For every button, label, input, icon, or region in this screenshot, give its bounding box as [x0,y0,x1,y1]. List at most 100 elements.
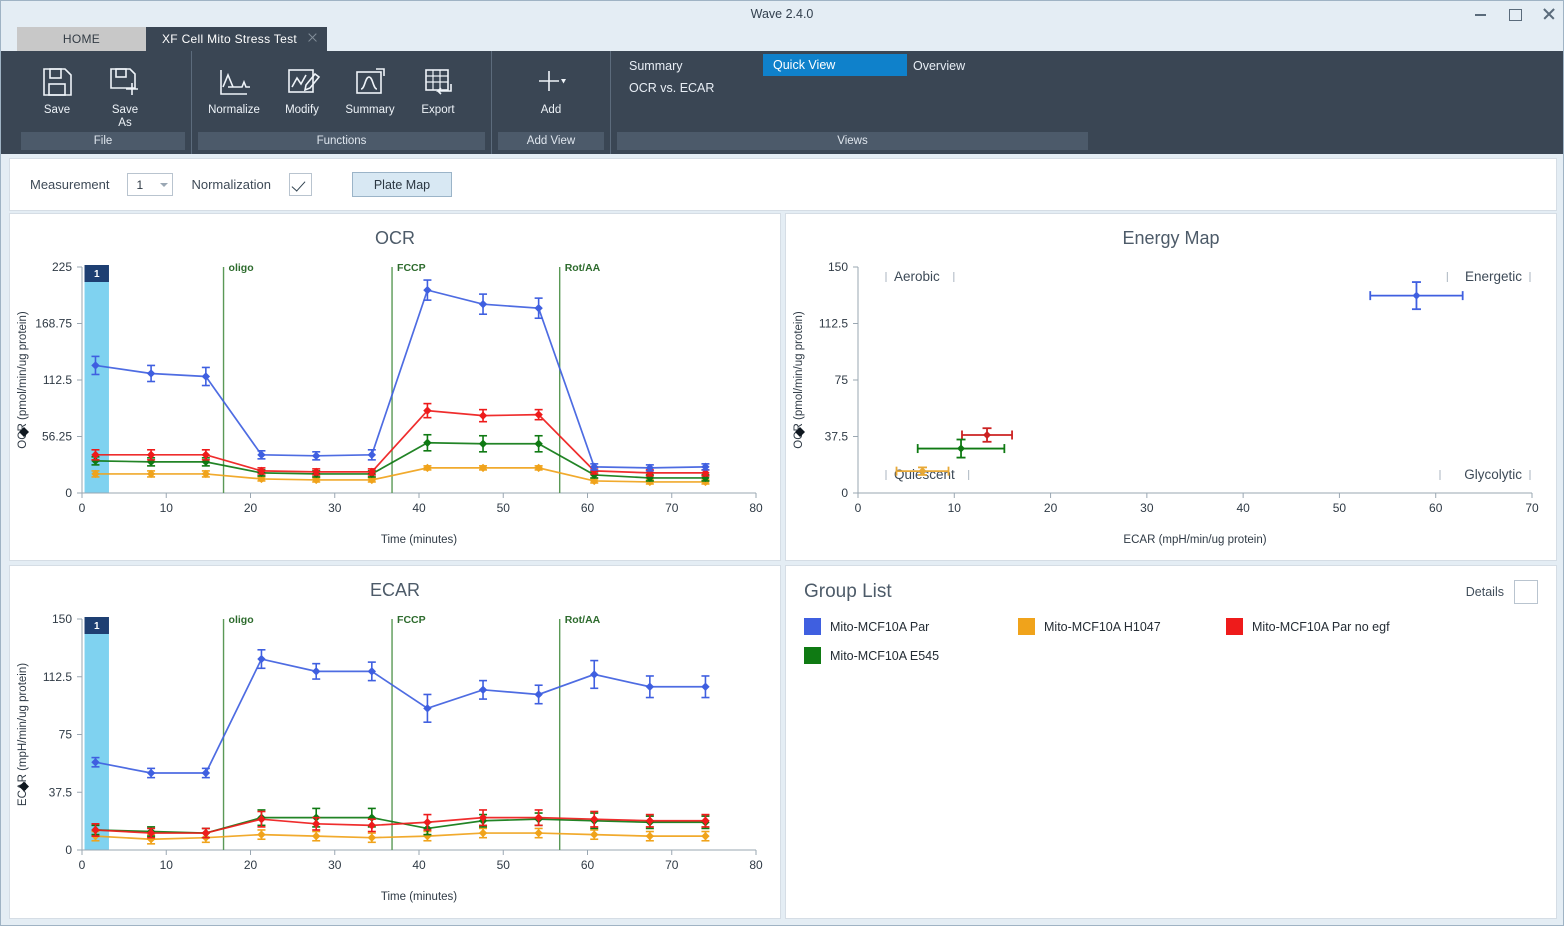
svg-text:40: 40 [412,858,426,872]
svg-text:80: 80 [749,858,763,872]
svg-text:0: 0 [65,843,72,857]
save-as-button[interactable]: Save As [91,57,159,130]
title-bar: Wave 2.4.0 [1,1,1563,27]
maximize-icon[interactable] [1507,6,1523,22]
svg-text:30: 30 [328,501,342,515]
tab-home[interactable]: HOME [17,27,146,51]
summary-button-label: Summary [345,104,394,117]
ribbon-group-add-view: Add Add View [491,51,610,154]
svg-text:40: 40 [412,501,426,515]
ecar-chart-panel: ECAR 1037.575112.515001020304050607080ol… [9,565,781,919]
svg-text:0: 0 [855,501,862,515]
svg-text:60: 60 [1429,501,1443,515]
svg-text:Aerobic: Aerobic [894,269,940,284]
export-button[interactable]: Export [404,57,472,117]
list-item[interactable]: Mito-MCF10A Par no egf [1226,618,1556,635]
modify-icon [282,63,322,101]
group-color-swatch [1018,618,1035,635]
svg-text:30: 30 [1140,501,1154,515]
ocr-chart-area[interactable]: 1056.25112.5168.7522501020304050607080ol… [10,249,780,554]
minimize-icon[interactable] [1473,6,1489,22]
view-item-quick-view[interactable]: Quick View [763,54,907,76]
energy-map-panel: Energy Map 037.575112.515001020304050607… [785,213,1557,561]
measurement-select[interactable]: 1 [127,173,173,196]
svg-text:0: 0 [841,486,848,500]
svg-text:Rot/AA: Rot/AA [565,262,601,274]
normalization-checkbox[interactable] [289,173,312,196]
ocr-chart-title: OCR [10,214,780,249]
svg-text:Energetic: Energetic [1465,269,1522,284]
details-checkbox[interactable] [1514,580,1538,604]
save-icon [37,63,77,101]
svg-text:70: 70 [665,858,679,872]
list-item[interactable]: Mito-MCF10A Par [804,618,1018,635]
export-button-label: Export [421,104,454,117]
group-name: Mito-MCF10A E545 [830,649,939,663]
group-list-panel: Group List Details Mito-MCF10A Par Mito-… [785,565,1557,919]
svg-text:225: 225 [52,260,72,274]
tab-home-label: HOME [63,32,100,46]
group-list-title: Group List [804,581,892,603]
svg-text:10: 10 [160,858,174,872]
summary-button[interactable]: Summary [336,57,404,117]
svg-text:oligo: oligo [229,262,254,274]
tab-strip: HOME XF Cell Mito Stress Test [1,27,1563,51]
svg-text:60: 60 [581,858,595,872]
save-button[interactable]: Save [23,57,91,117]
svg-text:30: 30 [328,858,342,872]
svg-text:37.5: 37.5 [825,430,849,444]
svg-text:70: 70 [665,501,679,515]
close-icon[interactable] [1541,6,1557,22]
window-controls [1473,1,1557,27]
modify-button[interactable]: Modify [268,57,336,117]
svg-text:112.5: 112.5 [43,670,72,684]
ribbon-group-views: Summary OCR vs. ECAR Quick View Overview… [610,51,1094,154]
energy-map-chart-area[interactable]: 037.575112.5150010203040506070AerobicEne… [786,249,1556,554]
svg-text:0: 0 [79,501,86,515]
ecar-chart-area[interactable]: 1037.575112.515001020304050607080oligoFC… [10,601,780,911]
svg-text:50: 50 [1333,501,1347,515]
svg-text:Time (minutes): Time (minutes) [381,891,457,903]
view-item-summary[interactable]: Summary [629,59,682,73]
svg-text:ECAR (mpH/min/ug protein): ECAR (mpH/min/ug protein) [1123,534,1266,546]
normalization-label: Normalization [191,177,270,192]
ecar-chart-title: ECAR [10,566,780,601]
tab-close-icon[interactable] [307,32,318,43]
svg-text:1: 1 [94,269,100,280]
list-item[interactable]: Mito-MCF10A E545 [804,647,1018,664]
group-color-swatch [804,618,821,635]
svg-text:75: 75 [59,728,73,742]
svg-text:168.75: 168.75 [35,317,72,331]
view-item-overview[interactable]: Overview [913,59,965,73]
options-bar: Measurement 1 Normalization Plate Map [9,158,1557,211]
list-item[interactable]: Mito-MCF10A H1047 [1018,618,1226,635]
svg-text:20: 20 [244,501,258,515]
svg-text:Glycolytic: Glycolytic [1464,467,1522,482]
group-name: Mito-MCF10A H1047 [1044,620,1161,634]
svg-text:10: 10 [948,501,962,515]
save-as-icon [105,63,145,101]
svg-text:60: 60 [581,501,595,515]
plate-map-button[interactable]: Plate Map [352,172,452,197]
svg-text:70: 70 [1525,501,1539,515]
svg-text:150: 150 [52,612,72,626]
group-color-swatch [1226,618,1243,635]
svg-text:80: 80 [749,501,763,515]
tab-xf-cell-mito-stress-test[interactable]: XF Cell Mito Stress Test [146,27,327,51]
ribbon-group-file-label: File [21,132,185,150]
view-item-ocr-vs-ecar[interactable]: OCR vs. ECAR [629,81,714,95]
add-view-button[interactable]: Add [517,57,585,117]
svg-text:Rot/AA: Rot/AA [565,614,601,626]
save-button-label: Save [44,104,70,117]
plate-map-button-label: Plate Map [374,178,430,192]
svg-text:1: 1 [94,621,100,632]
energy-map-title: Energy Map [786,214,1556,249]
ribbon-group-views-label: Views [617,132,1088,150]
normalize-button-label: Normalize [208,104,260,117]
svg-text:oligo: oligo [229,614,254,626]
svg-text:0: 0 [79,858,86,872]
details-control: Details [1466,580,1538,604]
svg-text:50: 50 [497,858,511,872]
normalize-button[interactable]: Normalize [200,57,268,117]
svg-text:75: 75 [835,373,849,387]
